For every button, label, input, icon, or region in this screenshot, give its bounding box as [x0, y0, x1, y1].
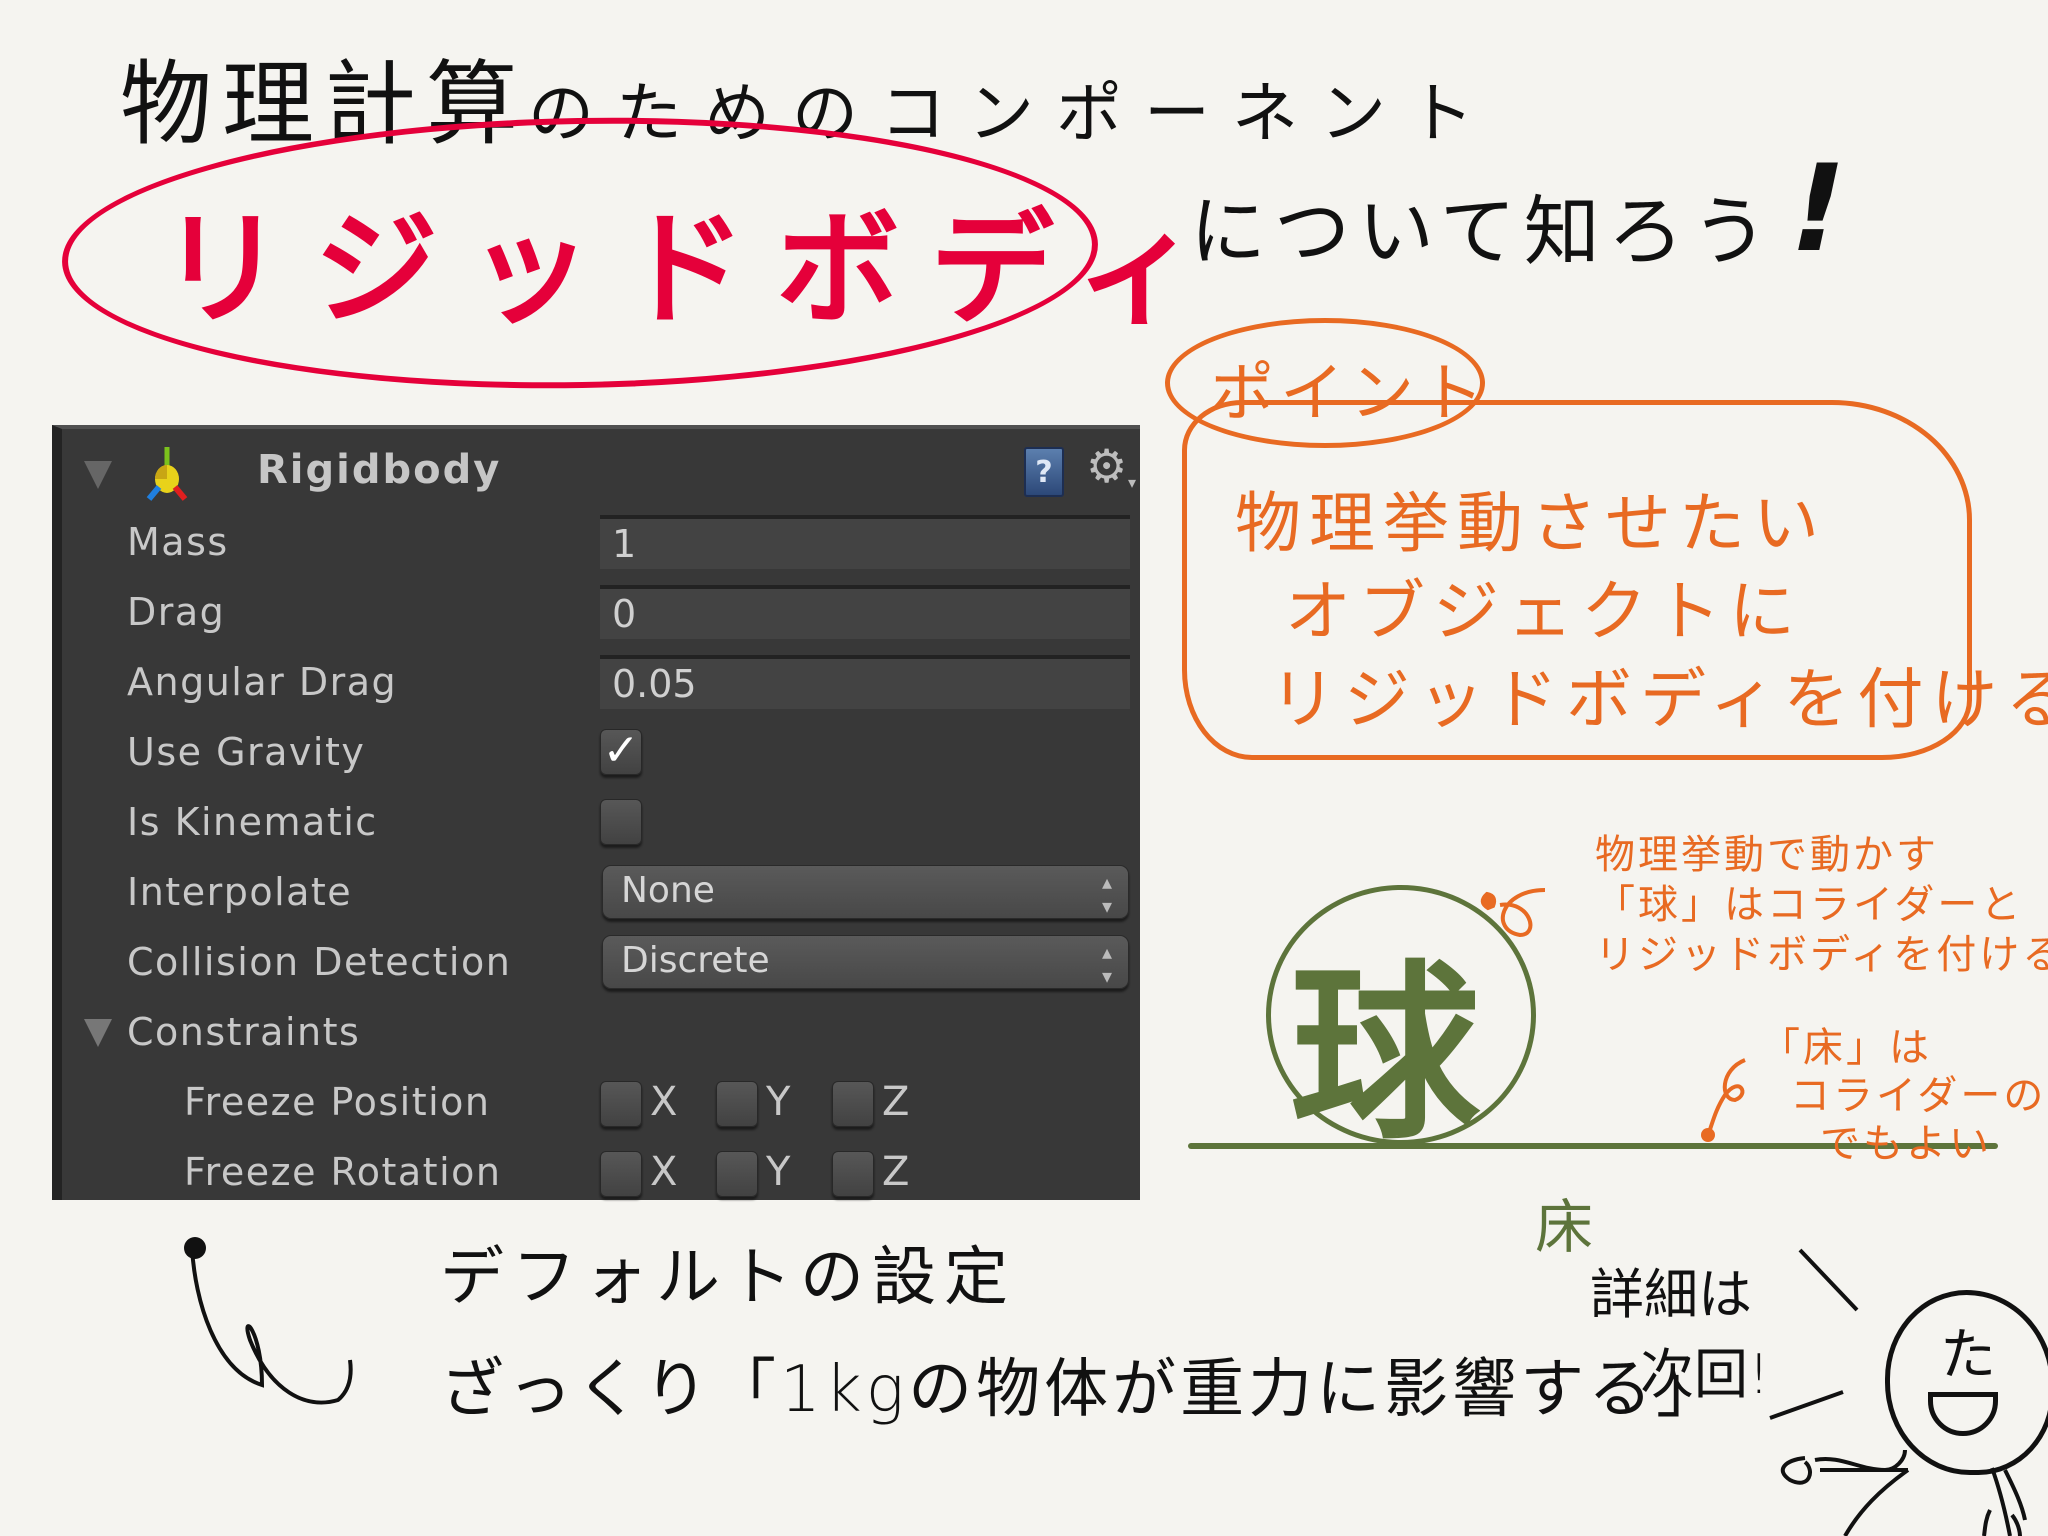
select-arrows-icon: ▴ ▾ [1101, 870, 1112, 918]
drag-input[interactable]: 0 [600, 585, 1130, 639]
default-arrow-dot-icon [184, 1237, 206, 1259]
floor-note-arrow-icon [1706, 1058, 1746, 1136]
component-foldout-arrow-icon[interactable] [84, 461, 112, 489]
ball-label: 球 [1290, 944, 1481, 1165]
freeze-rotation-x-checkbox[interactable] [600, 1151, 642, 1197]
default-settings-note: デフォルトの設定 [440, 1241, 1016, 1315]
speech-line-bottom [1769, 1390, 1844, 1420]
angular-drag-input[interactable]: 0.05 [600, 655, 1130, 709]
freeze-rotation-x-label: X [650, 1149, 678, 1195]
use-gravity-checkbox[interactable]: ✓ [600, 729, 642, 775]
freeze-rotation-z-checkbox[interactable] [832, 1151, 874, 1197]
is-kinematic-checkbox[interactable] [600, 799, 642, 845]
interpolate-row: Interpolate None ▴ ▾ [62, 861, 1140, 923]
collision-detection-select[interactable]: Discrete ▴ ▾ [602, 935, 1129, 989]
collision-detection-label: Collision Detection [127, 940, 512, 984]
freeze-position-y-label: Y [766, 1079, 791, 1125]
component-title: Rigidbody [257, 447, 502, 493]
topic-title: リジッドボディ [160, 198, 1230, 342]
interpolate-value: None [621, 870, 715, 911]
mass-label: Mass [127, 520, 229, 564]
default-arrow-icon [190, 1247, 353, 1405]
collision-detection-row: Collision Detection Discrete ▴ ▾ [62, 931, 1140, 993]
angular-drag-row: Angular Drag 0.05 [62, 651, 1140, 713]
drag-label: Drag [127, 590, 226, 634]
drag-row: Drag 0 [62, 581, 1140, 643]
angular-drag-label: Angular Drag [127, 660, 398, 704]
freeze-rotation-label: Freeze Rotation [184, 1150, 502, 1194]
interpolate-label: Interpolate [127, 870, 353, 914]
next-time-note-line-1: 詳細は [1590, 1263, 1752, 1326]
next-time-note-line-2: 次回! [1640, 1343, 1770, 1406]
use-gravity-row: Use Gravity ✓ [62, 721, 1140, 783]
topic-suffix: について知ろう [1190, 187, 1776, 276]
freeze-rotation-y-checkbox[interactable] [716, 1151, 758, 1197]
constraints-foldout-arrow-icon[interactable] [84, 1019, 112, 1047]
freeze-position-row: Freeze Position X Y Z [62, 1071, 1140, 1133]
gear-icon[interactable]: ⚙ [1086, 439, 1127, 493]
ball-note-arrow-head-icon [1480, 891, 1497, 911]
floor-label: 床 [1535, 1193, 1594, 1261]
character-body-icon [1982, 1467, 2027, 1536]
freeze-position-z-label: Z [882, 1079, 910, 1125]
collision-detection-value: Discrete [621, 940, 770, 981]
point-line-3: リジッドボディを付ける [1270, 661, 2048, 738]
constraints-row[interactable]: Constraints [62, 1001, 1140, 1063]
mass-input[interactable]: 1 [600, 515, 1130, 569]
interpolate-select[interactable]: None ▴ ▾ [602, 865, 1129, 919]
select-arrows-icon: ▴ ▾ [1101, 940, 1112, 988]
freeze-position-y-checkbox[interactable] [716, 1081, 758, 1127]
constraints-label: Constraints [127, 1010, 361, 1054]
rigidbody-component-icon [146, 447, 188, 501]
gear-dropdown-caret-icon[interactable]: ▾ [1128, 473, 1136, 492]
exclamation-mark: ! [1775, 140, 1860, 279]
freeze-position-z-checkbox[interactable] [832, 1081, 874, 1127]
ball-note-line-3: リジッドボディを付ける [1595, 932, 2048, 978]
mass-row: Mass 1 [62, 511, 1140, 573]
freeze-rotation-y-label: Y [766, 1149, 791, 1195]
speech-line-top [1798, 1248, 1859, 1312]
point-line-2: オブジェクトに [1285, 573, 1803, 650]
freeze-position-label: Freeze Position [184, 1080, 491, 1124]
ball-note-arrow-icon [1499, 888, 1546, 938]
point-line-1: 物理挙動させたい [1235, 485, 1827, 562]
character-face-text: た [1940, 1323, 1996, 1388]
character-arm-icon [1780, 1449, 1910, 1536]
freeze-rotation-z-label: Z [882, 1149, 910, 1195]
freeze-position-x-checkbox[interactable] [600, 1081, 642, 1127]
use-gravity-label: Use Gravity [127, 730, 366, 774]
default-summary-note: ざっくり「1kgの物体が重力に影響する」 [440, 1353, 1725, 1427]
freeze-position-x-label: X [650, 1079, 678, 1125]
is-kinematic-label: Is Kinematic [127, 800, 378, 844]
help-book-icon[interactable]: ? [1024, 447, 1064, 497]
rigidbody-inspector-panel: Rigidbody ? ⚙ ▾ Mass 1 Drag 0 Angular Dr… [52, 425, 1140, 1200]
freeze-rotation-row: Freeze Rotation X Y Z [62, 1141, 1140, 1203]
is-kinematic-row: Is Kinematic [62, 791, 1140, 853]
floor-note-line-3: でもよい [1820, 1121, 1992, 1167]
floor-note-arrow-dot-icon [1701, 1128, 1715, 1142]
